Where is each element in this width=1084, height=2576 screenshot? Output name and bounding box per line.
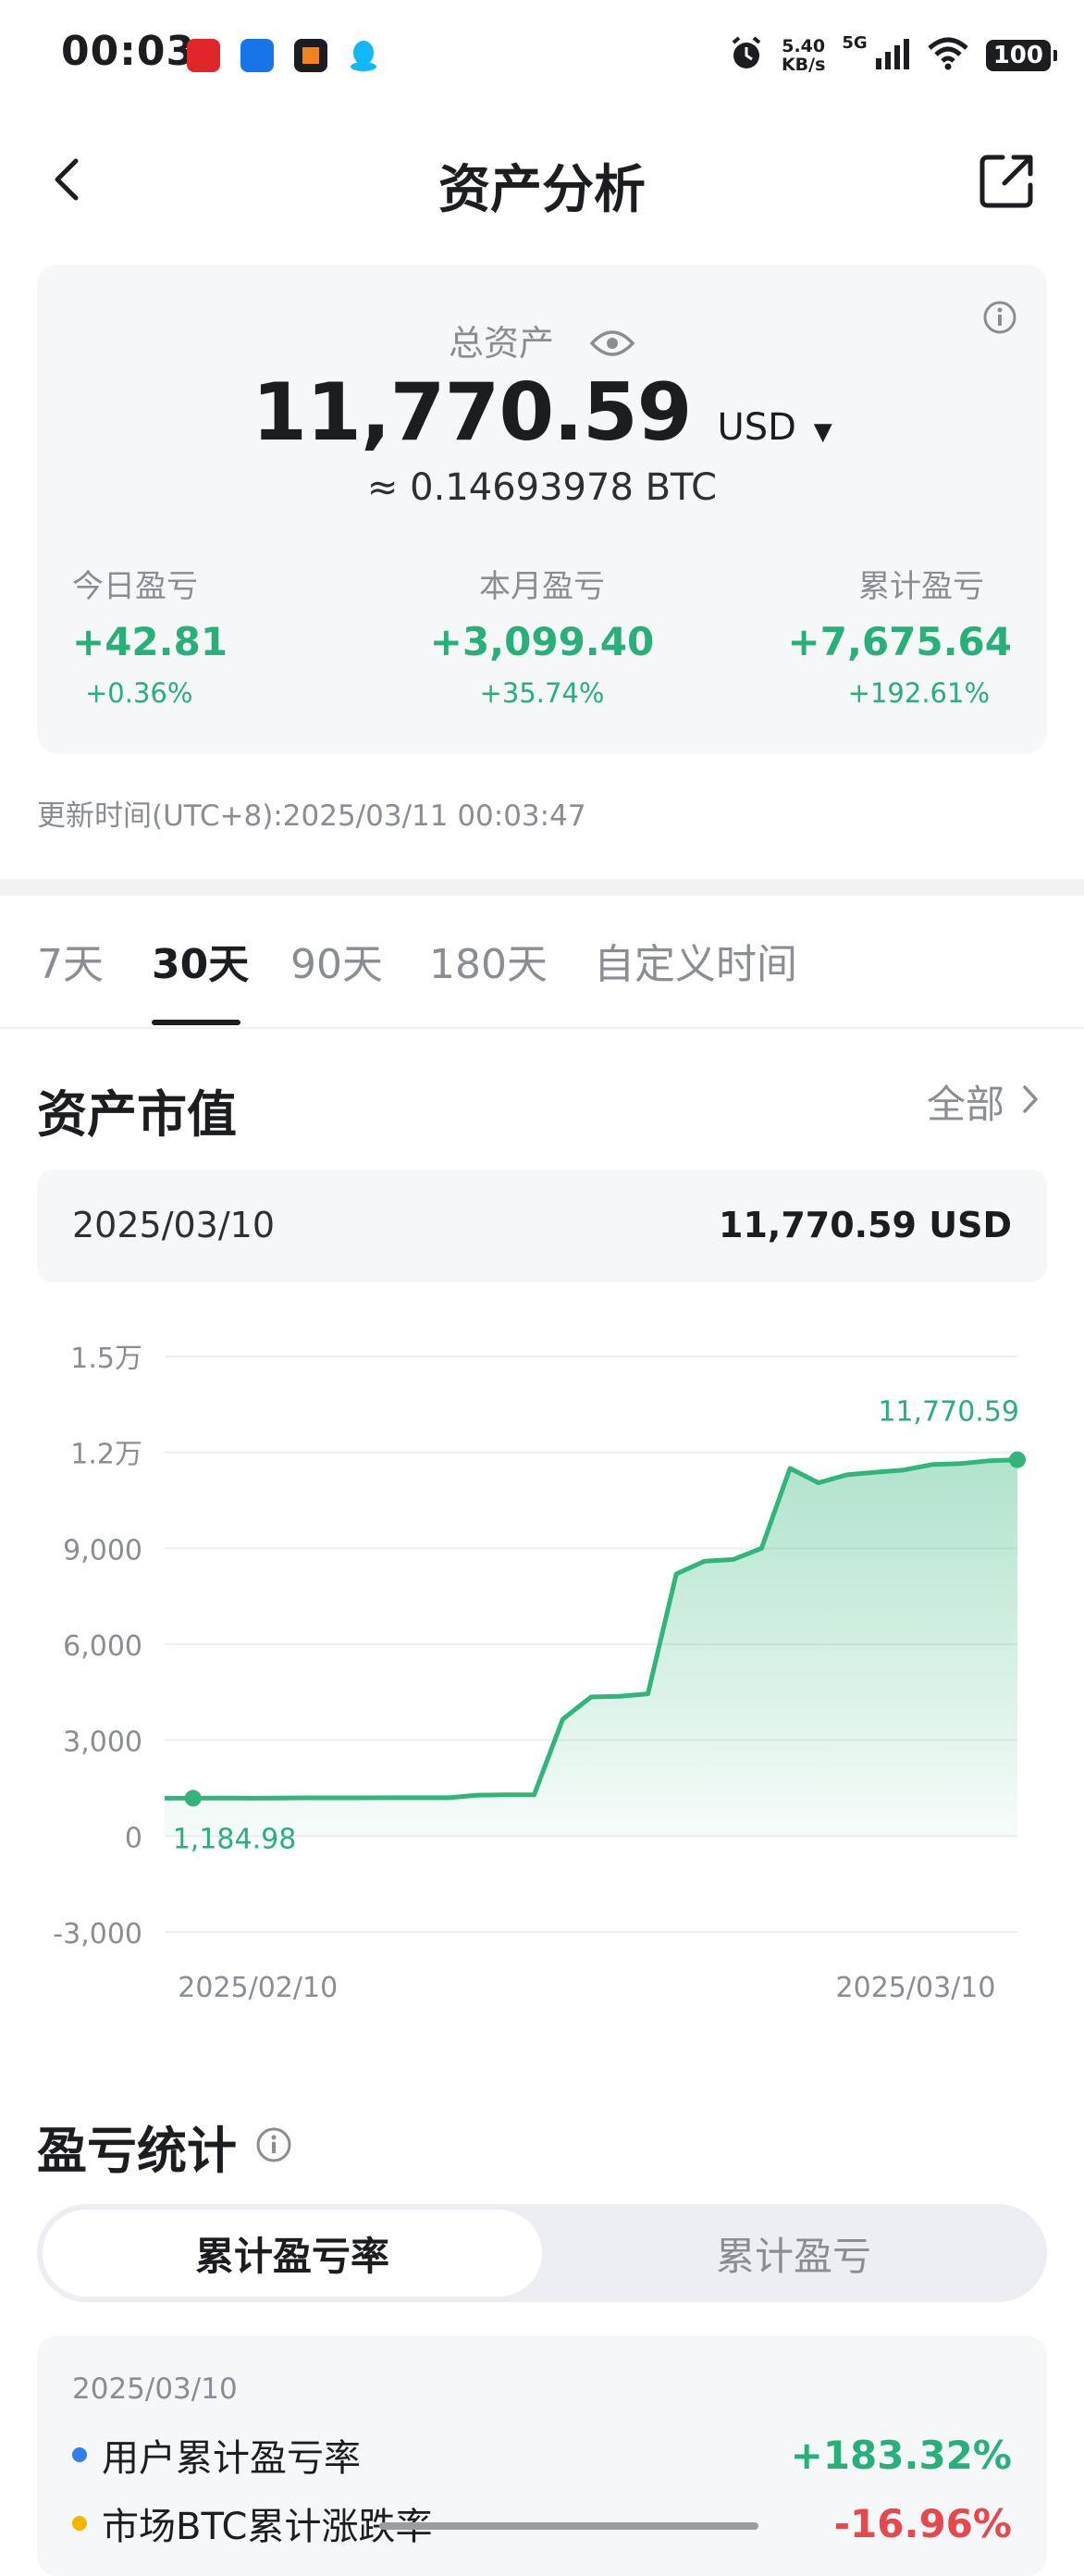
y-tick-label: 3,000 (63, 1727, 142, 1759)
segment-cumulative-pnl[interactable]: 累计盈亏 (544, 2210, 1043, 2297)
y-tick-label: 9,000 (63, 1534, 142, 1567)
tab-7d[interactable]: 7天 (37, 931, 104, 990)
section-divider (0, 879, 1084, 896)
pnl-title: 盈亏统计 (37, 2110, 292, 2183)
eye-icon[interactable] (589, 326, 635, 366)
max-point-label: 11,770.59 (878, 1396, 1019, 1429)
tab-custom[interactable]: 自定义时间 (594, 931, 797, 990)
legend-dot-user (72, 2447, 87, 2462)
info-icon[interactable] (255, 2117, 292, 2175)
tab-divider (0, 1027, 1084, 1029)
selected-value: 11,770.59 USD (719, 1205, 1012, 1245)
selected-date: 2025/03/10 (72, 1205, 276, 1245)
network-type: 5G (842, 33, 868, 53)
tab-180d[interactable]: 180天 (429, 931, 548, 990)
share-button[interactable] (977, 152, 1036, 211)
total-value-row: 11,770.59 USD ▼ (37, 366, 1047, 459)
tab-90d[interactable]: 90天 (290, 931, 383, 990)
y-tick-label: 0 (125, 1822, 142, 1854)
pnl-row-value: -16.96% (833, 2500, 1012, 2546)
pnl-detail-card: 2025/03/10 用户累计盈亏率 +183.32% 市场BTC累计涨跌率 -… (37, 2335, 1047, 2576)
asset-value-title: 资产市值 (37, 1085, 237, 1144)
min-point-label: 1,184.98 (173, 1823, 297, 1855)
pnl-segmented-control: 累计盈亏率 累计盈亏 (37, 2204, 1047, 2302)
net-speed: 5.40 KB/s (781, 36, 826, 75)
pnl-row-label: 用户累计盈亏率 (102, 2437, 361, 2480)
min-point-marker (184, 1790, 202, 1807)
y-tick-label: 1.2万 (70, 1439, 142, 1471)
legend-dot-market (72, 2516, 87, 2531)
tab-30d[interactable]: 30天 (152, 931, 249, 990)
cumulative-pnl: 累计盈亏 +7,675.64 +192.61% (787, 568, 1012, 709)
x-tick-label: 2025/03/10 (836, 1972, 996, 2004)
wifi-icon (927, 37, 969, 74)
app-icon-binance (294, 39, 327, 72)
pnl-row-user: 用户累计盈亏率 +183.32% (72, 2432, 1012, 2480)
max-point-marker (1009, 1451, 1026, 1468)
status-right-group: 5.40 KB/s 5G 100 (728, 33, 1058, 78)
total-assets-value: 11,770.59 (252, 366, 692, 459)
chevron-right-icon (1021, 1079, 1040, 1124)
update-time: 更新时间(UTC+8):2025/03/11 00:03:47 (37, 799, 586, 833)
month-pnl: 本月盈亏 +3,099.40 +35.74% (429, 568, 655, 709)
asset-value-chart[interactable]: 1.5万 1.2万 9,000 6,000 3,000 0 -3,000 2025/02/10… (0, 1314, 1084, 2017)
selected-value-box: 2025/03/10 11,770.59 USD (37, 1170, 1047, 1282)
status-time: 00:03 (61, 28, 196, 75)
x-tick-label: 2025/02/10 (178, 1972, 338, 2004)
today-pnl: 今日盈亏 +42.81 +0.36% (72, 568, 228, 709)
all-link[interactable]: 全部 (927, 1073, 1040, 1130)
pnl-date: 2025/03/10 (72, 2372, 238, 2406)
segment-cumulative-rate[interactable]: 累计盈亏率 (43, 2210, 542, 2297)
tab-active-indicator (152, 1020, 240, 1025)
app-icon-feishu (240, 39, 274, 72)
currency-selector[interactable]: USD ▼ (718, 406, 832, 449)
pnl-row-value: +183.32% (790, 2432, 1012, 2478)
qq-icon (348, 39, 379, 72)
signal-icon (875, 38, 910, 73)
caret-down-icon: ▼ (813, 418, 832, 446)
y-tick-label: -3,000 (53, 1918, 142, 1951)
asset-summary-card: 总资产 11,770.59 USD ▼ ≈ 0.14693978 BTC 今日盈… (37, 265, 1047, 753)
y-tick-label: 1.5万 (70, 1343, 142, 1375)
share-external-icon (979, 155, 1033, 208)
alarm-icon (728, 35, 765, 76)
btc-equivalent: ≈ 0.14693978 BTC (366, 466, 718, 509)
page-title: 资产分析 (438, 160, 646, 220)
home-indicator (379, 2522, 758, 2530)
y-tick-label: 6,000 (63, 1630, 142, 1663)
app-icon-weibo (187, 39, 220, 72)
total-assets-label: 总资产 (37, 315, 1047, 366)
battery-indicator: 100 (985, 40, 1058, 71)
chart-area-fill (165, 1459, 1017, 1837)
